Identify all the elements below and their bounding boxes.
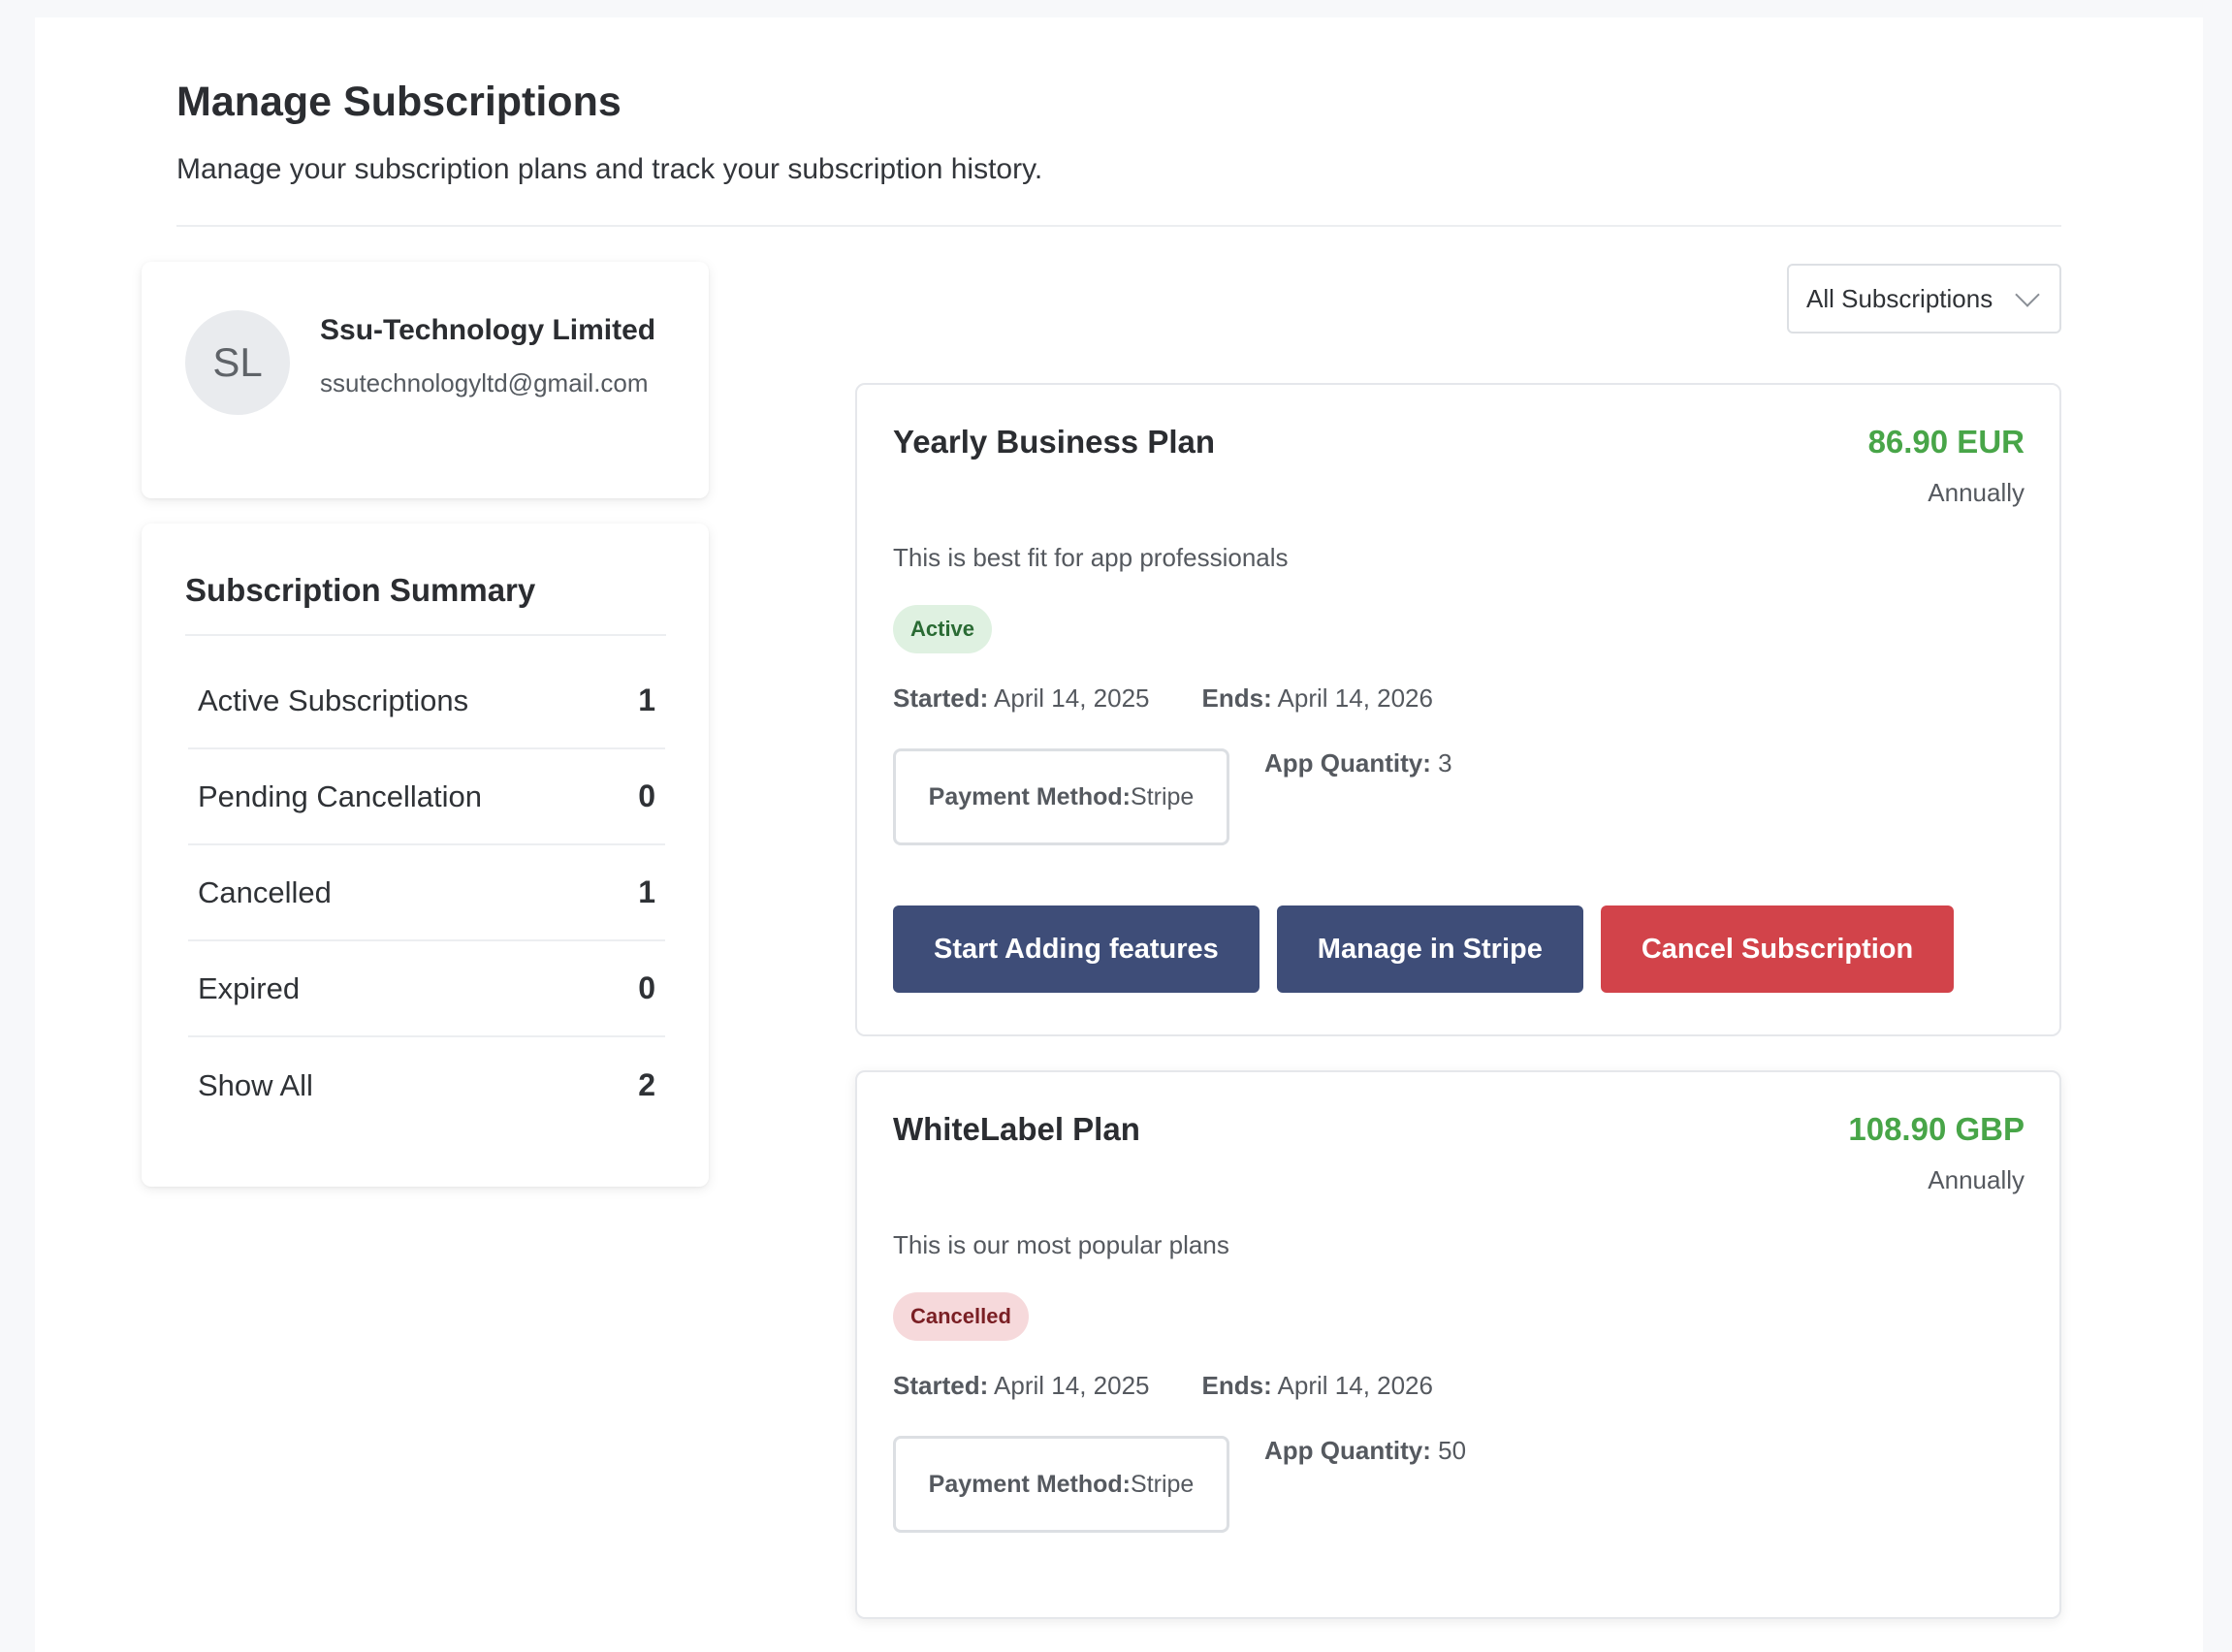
plan-period: Annually	[1928, 478, 2025, 507]
page-subtitle: Manage your subscription plans and track…	[176, 152, 1043, 185]
ends-label: Ends:	[1201, 683, 1272, 713]
app-quantity-value: 3	[1438, 748, 1452, 778]
plan-description: This is our most popular plans	[893, 1230, 1229, 1259]
subscription-card: WhiteLabel Plan 108.90 GBP Annually This…	[855, 1070, 2061, 1619]
ends-date: Ends: April 14, 2026	[1202, 683, 1433, 714]
summary-row-expired[interactable]: Expired 0	[188, 941, 665, 1037]
summary-label: Active Subscriptions	[198, 683, 469, 717]
subscription-actions: Start Adding features Manage in Stripe C…	[893, 905, 1955, 993]
started-label: Started:	[893, 683, 989, 713]
app-quantity-label: App Quantity:	[1264, 748, 1431, 778]
plan-name: Yearly Business Plan	[893, 424, 1216, 460]
manage-in-stripe-button[interactable]: Manage in Stripe	[1276, 905, 1583, 993]
started-label: Started:	[893, 1371, 989, 1400]
cancel-subscription-button[interactable]: Cancel Subscription	[1600, 905, 1955, 993]
company-name: Ssu-Technology Limited	[320, 314, 656, 346]
ends-value: April 14, 2026	[1277, 1371, 1433, 1400]
subscription-card: Yearly Business Plan 86.90 EUR Annually …	[855, 383, 2061, 1036]
page-title: Manage Subscriptions	[176, 79, 622, 125]
summary-label: Cancelled	[198, 874, 332, 909]
plan-price: 86.90 EUR	[1867, 424, 2025, 460]
summary-row-cancelled[interactable]: Cancelled 1	[188, 845, 665, 941]
app-quantity: App Quantity: 50	[1264, 1436, 1466, 1466]
summary-count: 1	[638, 683, 655, 717]
chevron-down-icon	[2015, 282, 2040, 307]
plan-name: WhiteLabel Plan	[893, 1111, 1140, 1147]
start-adding-features-button[interactable]: Start Adding features	[893, 905, 1259, 993]
summary-count: 0	[638, 778, 655, 813]
summary-title: Subscription Summary	[185, 572, 666, 636]
summary-label: Pending Cancellation	[198, 778, 482, 813]
summary-list: Active Subscriptions 1 Pending Cancellat…	[188, 653, 665, 1133]
avatar: SL	[185, 310, 290, 415]
payment-method-box: Payment Method: Stripe	[893, 748, 1229, 845]
page-header: Manage Subscriptions Manage your subscri…	[176, 78, 2061, 227]
subscription-dates: Started: April 14, 2025 Ends: April 14, …	[893, 1371, 1433, 1401]
summary-row-pending-cancellation[interactable]: Pending Cancellation 0	[188, 749, 665, 845]
filter-selected-value: All Subscriptions	[1806, 283, 1993, 313]
subscription-dates: Started: April 14, 2025 Ends: April 14, …	[893, 683, 1433, 714]
summary-label: Show All	[198, 1067, 313, 1102]
ends-date: Ends: April 14, 2026	[1202, 1371, 1433, 1401]
app-quantity: App Quantity: 3	[1264, 748, 1452, 778]
started-date: Started: April 14, 2025	[893, 1371, 1150, 1401]
plan-description: This is best fit for app professionals	[893, 543, 1289, 572]
ends-value: April 14, 2026	[1277, 683, 1433, 713]
profile-card: SL Ssu-Technology Limited ssutechnologyl…	[142, 262, 709, 498]
summary-count: 2	[638, 1067, 655, 1102]
summary-count: 1	[638, 874, 655, 909]
status-badge: Cancelled	[893, 1292, 1029, 1341]
payment-method-label: Payment Method:	[928, 1470, 1132, 1498]
payment-method-label: Payment Method:	[928, 782, 1132, 810]
payment-method-value: Stripe	[1131, 1470, 1195, 1498]
subscription-filter-select[interactable]: All Subscriptions	[1787, 264, 2061, 334]
summary-count: 0	[638, 970, 655, 1005]
company-email: ssutechnologyltd@gmail.com	[320, 368, 649, 397]
summary-row-show-all[interactable]: Show All 2	[188, 1037, 665, 1133]
payment-method-value: Stripe	[1131, 782, 1195, 810]
subscription-summary-card: Subscription Summary Active Subscription…	[142, 524, 709, 1187]
summary-row-active[interactable]: Active Subscriptions 1	[188, 653, 665, 749]
app-quantity-label: App Quantity:	[1264, 1436, 1431, 1465]
started-date: Started: April 14, 2025	[893, 683, 1150, 714]
summary-label: Expired	[198, 970, 301, 1005]
payment-method-box: Payment Method: Stripe	[893, 1436, 1229, 1533]
status-badge: Active	[893, 605, 993, 653]
started-value: April 14, 2025	[994, 1371, 1150, 1400]
plan-period: Annually	[1928, 1165, 2025, 1194]
started-value: April 14, 2025	[994, 683, 1150, 713]
app-quantity-value: 50	[1438, 1436, 1467, 1465]
ends-label: Ends:	[1201, 1371, 1272, 1400]
plan-price: 108.90 GBP	[1848, 1111, 2025, 1147]
